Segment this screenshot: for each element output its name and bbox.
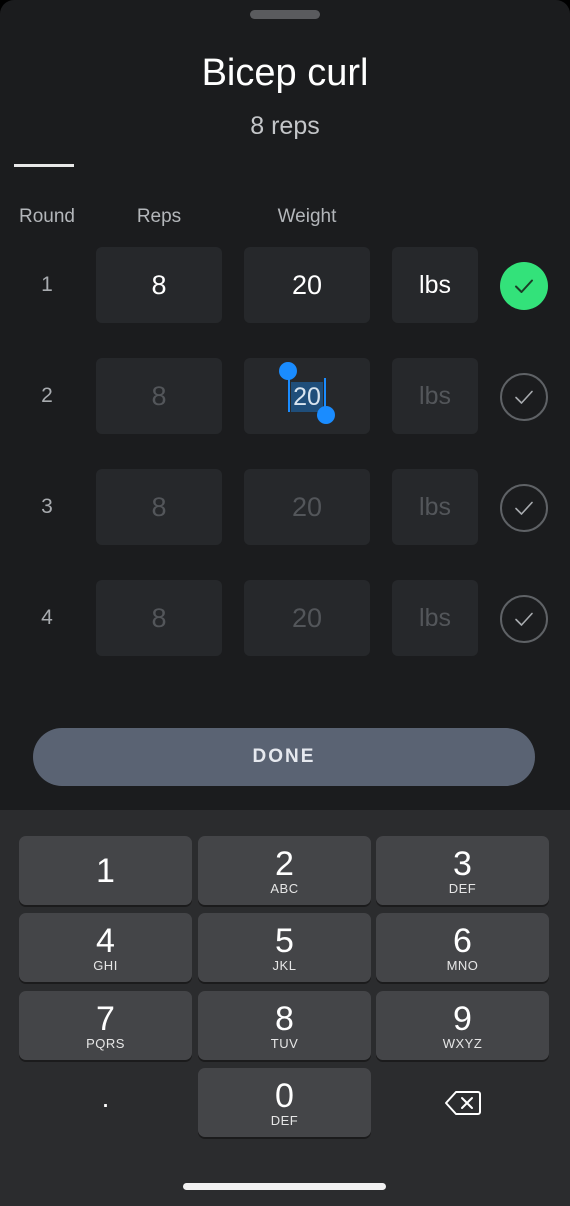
unit-selector[interactable]: lbs — [392, 469, 478, 545]
key-8[interactable]: 8 TUV — [198, 991, 371, 1060]
check-icon — [515, 612, 533, 626]
key-digit: 3 — [453, 844, 472, 883]
key-7[interactable]: 7 PQRS — [19, 991, 192, 1060]
selection-handle-start[interactable] — [279, 361, 298, 380]
key-1[interactable]: 1 — [19, 836, 192, 905]
key-digit: 9 — [453, 999, 472, 1038]
sheet-grabber[interactable] — [250, 10, 320, 19]
key-digit: 7 — [96, 999, 115, 1038]
weight-input[interactable]: 20 — [244, 469, 370, 545]
unit-selector[interactable]: lbs — [392, 580, 478, 656]
reps-input[interactable]: 8 — [96, 580, 222, 656]
key-digit: 2 — [275, 844, 294, 883]
column-header-weight: Weight — [277, 206, 337, 227]
reps-input[interactable]: 8 — [96, 358, 222, 434]
numeric-keyboard: 1 2 ABC 3 DEF 4 GHI 5 JKL 6 MNO 7 PQRS 8… — [0, 810, 570, 1206]
done-button[interactable]: DONE — [33, 728, 535, 786]
key-decimal[interactable]: . — [19, 1068, 192, 1137]
selected-weight-text: 20 — [291, 381, 323, 412]
check-icon — [515, 501, 533, 515]
column-header-reps: Reps — [136, 206, 182, 227]
round-row: 2 8 20 lbs — [0, 358, 570, 434]
reps-input[interactable]: 8 — [96, 247, 222, 323]
weight-input[interactable]: 20 — [244, 580, 370, 656]
key-digit: 1 — [96, 851, 115, 890]
key-4[interactable]: 4 GHI — [19, 913, 192, 982]
key-digit: 0 — [275, 1076, 294, 1115]
round-row: 3 8 20 lbs — [0, 469, 570, 545]
key-3[interactable]: 3 DEF — [376, 836, 549, 905]
home-indicator[interactable] — [183, 1183, 386, 1190]
workout-sheet: Bicep curl 8 reps Round Reps Weight 1 8 … — [0, 0, 570, 810]
complete-round-button[interactable] — [500, 373, 548, 421]
key-0[interactable]: 0 DEF — [198, 1068, 371, 1137]
weight-input[interactable]: 20 — [244, 358, 370, 434]
weight-input[interactable]: 20 — [244, 247, 370, 323]
backspace-icon — [444, 1090, 481, 1115]
round-number: 2 — [41, 384, 53, 407]
round-number: 3 — [41, 495, 53, 518]
key-letters: MNO — [446, 957, 479, 973]
complete-round-button[interactable] — [500, 484, 548, 532]
key-6[interactable]: 6 MNO — [376, 913, 549, 982]
key-9[interactable]: 9 WXYZ — [376, 991, 549, 1060]
complete-round-button[interactable] — [500, 262, 548, 310]
key-digit: 4 — [96, 921, 115, 960]
key-backspace[interactable] — [376, 1068, 549, 1137]
key-letters: TUV — [270, 1035, 299, 1051]
check-icon — [515, 279, 533, 293]
round-number: 4 — [41, 606, 53, 629]
key-5[interactable]: 5 JKL — [198, 913, 371, 982]
key-letters: DEF — [448, 880, 477, 896]
selection-caret-start — [288, 375, 291, 412]
key-letters: JKL — [272, 957, 297, 973]
key-letters: ABC — [270, 880, 299, 896]
unit-selector[interactable]: lbs — [392, 247, 478, 323]
round-row: 4 8 20 lbs — [0, 580, 570, 656]
key-letters: GHI — [93, 957, 118, 973]
text-selection[interactable]: 20 — [279, 361, 335, 424]
key-digit: 8 — [275, 999, 294, 1038]
key-2[interactable]: 2 ABC — [198, 836, 371, 905]
exercise-subtitle: 8 reps — [250, 112, 320, 140]
key-letters: DEF — [270, 1112, 299, 1128]
reps-input[interactable]: 8 — [96, 469, 222, 545]
key-letters: WXYZ — [442, 1035, 483, 1051]
key-digit: 5 — [275, 921, 294, 960]
check-icon — [515, 390, 533, 404]
exercise-title: Bicep curl — [201, 52, 369, 94]
selection-handle-end[interactable] — [316, 405, 335, 424]
key-digit: . — [101, 1081, 110, 1113]
key-letters: PQRS — [86, 1035, 125, 1051]
round-number: 1 — [41, 273, 53, 296]
complete-round-button[interactable] — [500, 595, 548, 643]
round-row: 1 8 20 lbs — [0, 247, 570, 323]
key-digit: 6 — [453, 921, 472, 960]
unit-selector[interactable]: lbs — [392, 358, 478, 434]
tab-indicator — [14, 164, 74, 167]
column-header-round: Round — [19, 206, 75, 227]
